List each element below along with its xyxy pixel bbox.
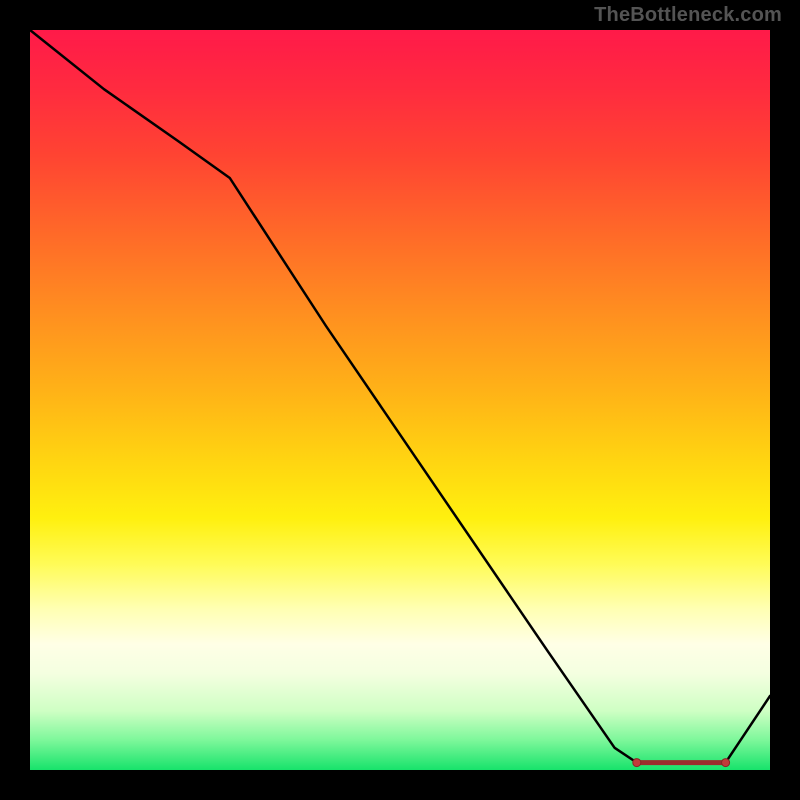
flat-segment-end-cap (722, 759, 730, 767)
flat-segment-start-cap (633, 759, 641, 767)
mismatch-curve-path (30, 30, 770, 763)
chart-container: TheBottleneck.com (0, 0, 800, 800)
watermark-text: TheBottleneck.com (594, 4, 782, 27)
curve-svg (30, 30, 770, 770)
plot-area (30, 30, 770, 770)
